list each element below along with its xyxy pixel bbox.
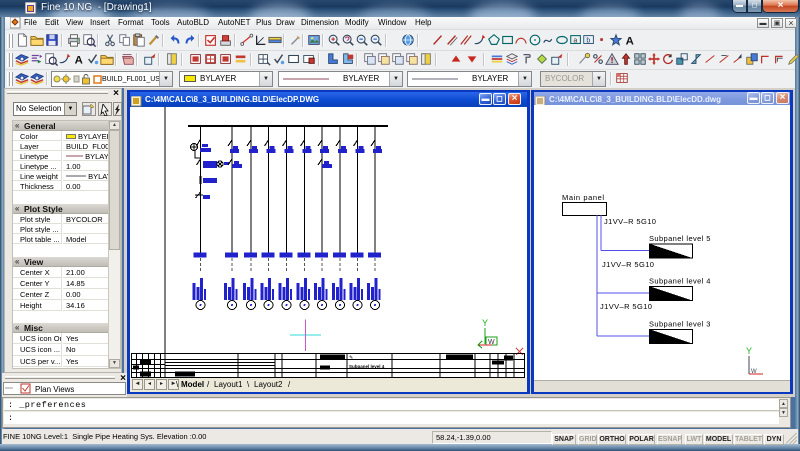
svg-text:J1VV–R 5G10: J1VV–R 5G10: [604, 217, 656, 226]
svg-text:Y: Y: [746, 346, 752, 356]
svg-text:J1VV–R 5G10: J1VV–R 5G10: [602, 260, 654, 269]
svg-text:A: A: [626, 35, 634, 47]
svg-text:Subpanel level 4: Subpanel level 4: [349, 364, 385, 369]
svg-text:b: b: [586, 38, 590, 45]
svg-text:J1VV–R 5G10: J1VV–R 5G10: [600, 302, 652, 311]
svg-text:a: a: [573, 38, 577, 45]
svg-text:Subpanel level 3: Subpanel level 3: [649, 320, 711, 329]
svg-text:A: A: [75, 54, 83, 66]
svg-text:Main panel: Main panel: [562, 193, 605, 202]
svg-text:Subpanel level 5: Subpanel level 5: [649, 234, 711, 243]
svg-text:✎: ✎: [349, 355, 353, 361]
svg-text:Plan Views: Plan Views: [35, 385, 74, 394]
svg-text:W: W: [751, 369, 757, 375]
svg-text:Y: Y: [482, 318, 488, 328]
svg-text:Subpanel level 4: Subpanel level 4: [649, 277, 711, 286]
